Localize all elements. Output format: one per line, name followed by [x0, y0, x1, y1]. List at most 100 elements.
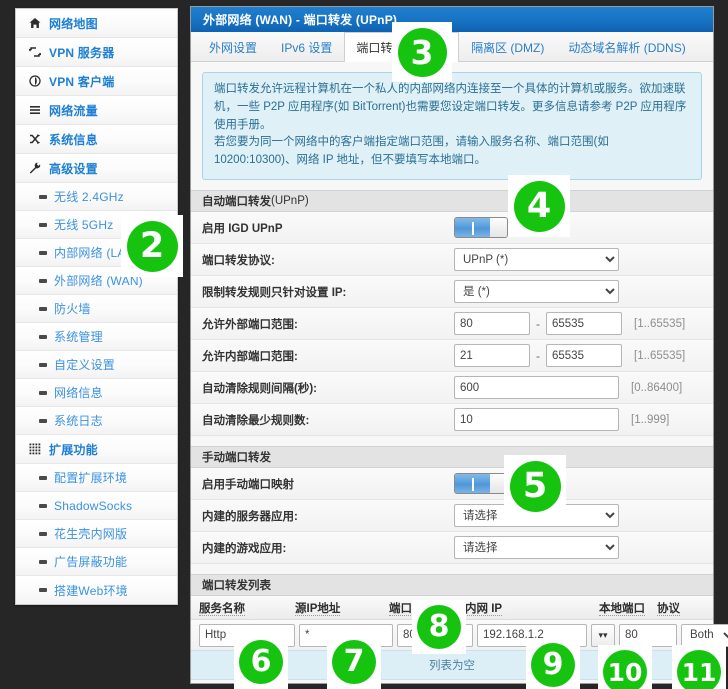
sidebar-item-label: 网络地图: [49, 16, 98, 31]
dash-icon: [38, 194, 48, 199]
input-external-port-from[interactable]: [454, 312, 530, 336]
input-auto-clear-min-rules[interactable]: [454, 408, 619, 432]
sidebar-item-11[interactable]: 防火墙: [16, 295, 177, 323]
hint-auto-clear-min-rules: [1..999]: [631, 413, 670, 426]
sidebar-item-label: VPN 服务器: [49, 45, 115, 60]
sidebar-item-12[interactable]: 系统管理: [16, 323, 177, 351]
column-header-source-ip: 源IP地址: [295, 602, 341, 616]
sidebar-item-label: 网络流量: [49, 103, 98, 118]
select-builtin-game-app[interactable]: 请选择: [454, 536, 619, 560]
select-restrict-rules-ip[interactable]: 是 (*): [454, 280, 619, 304]
column-header-internal-ip: 内网 IP: [465, 602, 503, 616]
double-chevron-down-icon[interactable]: ▾▾: [591, 623, 615, 647]
sidebar-item-14[interactable]: 网络信息: [16, 379, 177, 407]
label-enable-manual-mapping: 启用手动端口映射: [202, 478, 294, 491]
hint-internal-port-range: [1..65535]: [634, 349, 686, 362]
info-paragraph-1: 端口转发允许远程计算机在一个私人的内部网络内连接至一个具体的计算机或服务。欲加速…: [214, 83, 687, 131]
info-paragraph-2: 若您要为同一个网络中的客户端指定端口范围，请输入服务名称、端口范围(如 1020…: [214, 136, 609, 167]
label-restrict-rules-ip: 限制转发规则只针对设置 IP:: [202, 286, 347, 299]
page-title: 外部网络 (WAN) - 端口转发 (UPnP): [191, 7, 713, 32]
badge-4: 4: [508, 175, 570, 237]
tab-bar: 外网设置IPv6 设置端口转发 (UPnP)隔离区 (DMZ)动态域名解析 (D…: [191, 32, 713, 62]
toggle-enable-manual-mapping[interactable]: [454, 473, 508, 495]
sidebar-item-16[interactable]: 扩展功能: [16, 435, 177, 464]
dash-icon: [38, 531, 48, 536]
wrench-icon: [26, 162, 43, 174]
row-external-port-range: 允许外部端口范围: - [1..65535]: [191, 308, 713, 341]
sidebar-item-7[interactable]: 无线 2.4GHz: [16, 183, 177, 211]
section-title-auto-suffix: (UPnP): [271, 195, 309, 208]
label-auto-clear-interval: 自动清除规则间隔(秒):: [202, 382, 317, 395]
label-builtin-server-app: 内建的服务器应用:: [202, 510, 298, 523]
label-external-port-range: 允许外部端口范围:: [202, 318, 298, 331]
sidebar-item-6[interactable]: 高级设置: [16, 154, 177, 183]
row-auto-clear-interval: 自动清除规则间隔(秒): [0..86400]: [191, 372, 713, 405]
dash-icon: [38, 250, 48, 255]
sidebar-item-21[interactable]: 搭建Web环境: [16, 576, 177, 604]
select-forward-protocol[interactable]: UPnP (*): [454, 248, 619, 272]
badge-circle: 3: [397, 27, 447, 77]
sidebar-item-label: 系统日志: [54, 414, 103, 428]
row-enable-igd-upnp: 启用 IGD UPnP: [191, 212, 713, 245]
dash-icon: [38, 362, 48, 367]
sidebar-item-label: 高级设置: [49, 161, 98, 176]
hint-auto-clear-interval: [0..86400]: [631, 381, 683, 394]
badge-8: 8: [412, 600, 466, 654]
badge-2: 2: [121, 215, 183, 277]
label-auto-clear-min-rules: 自动清除最少规则数:: [202, 414, 310, 427]
section-title-auto: 自动端口转发: [202, 196, 271, 209]
info-description-box: 端口转发允许远程计算机在一个私人的内部网络内连接至一个具体的计算机或服务。欲加速…: [202, 72, 702, 181]
sidebar-item-label: 扩展功能: [49, 442, 98, 457]
sidebar-item-5[interactable]: 系统信息: [16, 125, 177, 154]
section-title-list: 端口转发列表: [202, 580, 271, 593]
sidebar-item-4[interactable]: 网络流量: [16, 96, 177, 125]
tab-1[interactable]: 外网设置: [197, 32, 269, 61]
row-builtin-game-app: 内建的游戏应用: 请选择: [191, 532, 713, 565]
label-enable-igd-upnp: 启用 IGD UPnP: [202, 222, 283, 235]
sidebar-item-17[interactable]: 配置扩展环境: [16, 464, 177, 492]
sidebar-item-1[interactable]: 网络地图: [16, 9, 177, 38]
sidebar-item-2[interactable]: VPN 服务器: [16, 38, 177, 67]
dash-icon: [38, 475, 48, 480]
tab-4[interactable]: 隔离区 (DMZ): [459, 32, 556, 61]
sidebar-item-13[interactable]: 自定义设置: [16, 351, 177, 379]
badge-6: 6: [234, 635, 288, 689]
badge-11: 11: [672, 645, 726, 689]
sidebar-item-18[interactable]: ShadowSocks: [16, 492, 177, 520]
label-forward-protocol: 端口转发协议:: [202, 254, 275, 267]
screen-root: 网络地图 VPN 服务器 VPN 客户端网络流量系统信息高级设置无线 2.4GHz 无…: [0, 0, 728, 689]
sidebar-item-19[interactable]: 花生壳内网版: [16, 520, 177, 548]
toggle-enable-igd-upnp[interactable]: [454, 217, 508, 239]
sidebar-item-15[interactable]: 系统日志: [16, 407, 177, 435]
badge-5: 5: [504, 455, 566, 517]
sidebar-item-label: 无线 5GHz: [54, 218, 114, 232]
row-auto-clear-min-rules: 自动清除最少规则数: [1..999]: [191, 404, 713, 437]
tab-2[interactable]: IPv6 设置: [269, 32, 344, 61]
sidebar-item-20[interactable]: 广告屏蔽功能: [16, 548, 177, 576]
range-separator-icon: -: [536, 316, 540, 331]
sidebar-item-3[interactable]: VPN 客户端: [16, 67, 177, 96]
input-auto-clear-interval[interactable]: [454, 376, 619, 400]
label-builtin-game-app: 内建的游戏应用:: [202, 542, 287, 555]
sidebar-item-label: 网络信息: [54, 386, 103, 400]
sidebar-item-label: 系统信息: [49, 132, 98, 147]
select-protocol[interactable]: Both: [681, 623, 728, 647]
tab-5[interactable]: 动态域名解析 (DDNS): [556, 32, 697, 61]
bars-icon: [26, 104, 43, 116]
sidebar-item-label: 配置扩展环境: [54, 471, 128, 485]
input-local-port[interactable]: [619, 623, 677, 647]
row-internal-port-range: 允许内部端口范围: - [1..65535]: [191, 340, 713, 373]
badge-circle: 8: [417, 605, 461, 649]
input-external-port-to[interactable]: [546, 312, 622, 336]
badge-7: 7: [327, 635, 381, 689]
sidebar-item-label: 无线 2.4GHz: [54, 190, 124, 204]
input-internal-port-from[interactable]: [454, 344, 530, 368]
dash-icon: [38, 278, 48, 283]
sidebar-navigation: 网络地图 VPN 服务器 VPN 客户端网络流量系统信息高级设置无线 2.4GHz 无…: [15, 8, 178, 605]
column-header-protocol: 协议: [657, 602, 680, 616]
badge-circle: 2: [126, 220, 178, 272]
row-forward-protocol: 端口转发协议: UPnP (*): [191, 244, 713, 277]
dash-icon: [38, 559, 48, 564]
badge-circle: 5: [509, 460, 561, 512]
input-internal-port-to[interactable]: [546, 344, 622, 368]
